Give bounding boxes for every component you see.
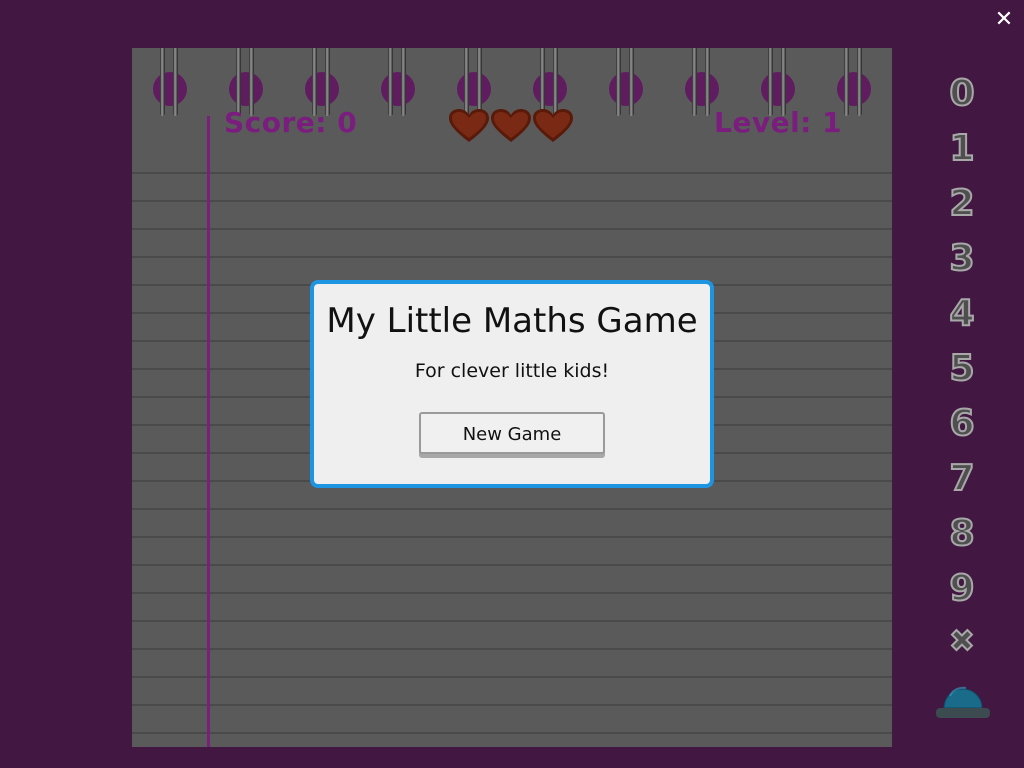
key-1[interactable]: 1 (936, 123, 988, 175)
new-game-button[interactable]: New Game (419, 412, 605, 454)
binder-ring (533, 48, 567, 116)
binder-ring (609, 48, 643, 116)
close-button[interactable]: ✕ (992, 8, 1016, 32)
start-dialog: My Little Maths Game For clever little k… (310, 280, 714, 488)
lives-hearts (448, 108, 574, 144)
number-keypad: 0 1 2 3 4 5 6 7 8 9 ✖ (936, 68, 990, 728)
binder-ring (381, 48, 415, 116)
heart-icon (448, 108, 490, 144)
key-3[interactable]: 3 (936, 233, 988, 285)
key-8[interactable]: 8 (936, 508, 988, 560)
key-0[interactable]: 0 (936, 68, 988, 120)
key-7[interactable]: 7 (936, 453, 988, 505)
binder-ring (685, 48, 719, 116)
margin-line (207, 116, 210, 747)
binder-ring (457, 48, 491, 116)
binder-ring (305, 48, 339, 116)
dialog-title: My Little Maths Game (326, 301, 698, 341)
key-clear[interactable]: ✖ (936, 616, 988, 668)
key-4[interactable]: 4 (936, 288, 988, 340)
binder-ring (837, 48, 871, 116)
key-5[interactable]: 5 (936, 343, 988, 395)
score-label: Score: 0 (224, 106, 358, 139)
dialog-subtitle: For clever little kids! (414, 360, 610, 382)
binder-ring (153, 48, 187, 116)
heart-icon (532, 108, 574, 144)
binder-ring (761, 48, 795, 116)
dome-button-icon (936, 686, 990, 718)
level-label: Level: 1 (714, 106, 843, 139)
key-2[interactable]: 2 (936, 178, 988, 230)
submit-button[interactable] (936, 682, 990, 722)
binder-ring (229, 48, 263, 116)
heart-icon (490, 108, 532, 144)
key-9[interactable]: 9 (936, 563, 988, 615)
key-6[interactable]: 6 (936, 398, 988, 450)
